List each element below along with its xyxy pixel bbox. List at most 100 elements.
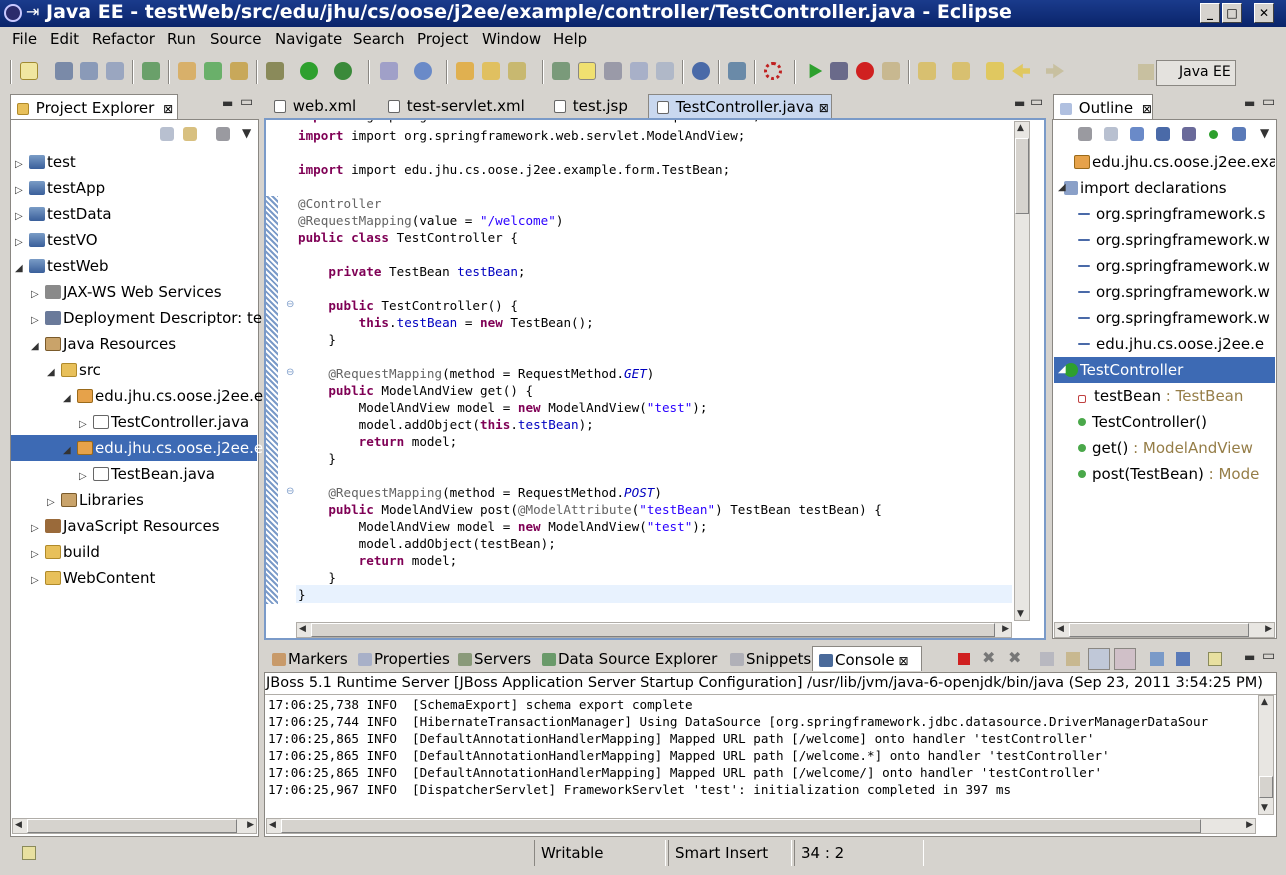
filter-icon[interactable] [216, 127, 230, 141]
menu-search[interactable]: Search [353, 30, 405, 48]
sort-icon[interactable] [1130, 127, 1144, 141]
back-icon[interactable] [1012, 63, 1030, 79]
minimize-view-icon[interactable]: ▬ [1244, 650, 1255, 664]
window-title-bar[interactable]: ⇥ Java EE - testWeb/src/edu/jhu/cs/oose/… [0, 0, 1286, 27]
tree-item[interactable]: ▷ JAX-WS Web Services [11, 279, 257, 305]
new-servlet-icon[interactable] [204, 62, 222, 80]
highlight-icon[interactable] [578, 62, 596, 80]
link-with-editor-icon[interactable] [1232, 127, 1246, 141]
outline-item[interactable]: org.springframework.w [1054, 279, 1275, 305]
run-external-icon[interactable] [334, 62, 352, 80]
tab-console[interactable]: Console ⊠ [812, 646, 922, 671]
tree-item[interactable]: ◢ edu.jhu.cs.oose.j2ee.e [11, 383, 263, 409]
tab-markers[interactable]: Markers [266, 646, 354, 671]
clear-console-icon[interactable] [1040, 652, 1054, 666]
new-package-icon[interactable] [230, 62, 248, 80]
scrollbar-thumb[interactable] [281, 819, 1201, 833]
previous-annotation-icon[interactable] [952, 62, 970, 80]
menu-window[interactable]: Window [482, 30, 541, 48]
tab-web-xml[interactable]: web.xml [266, 94, 364, 119]
minimize-editor-icon[interactable]: ▬ [1014, 96, 1025, 110]
scrollbar-thumb[interactable] [1259, 776, 1273, 798]
tree-item[interactable]: ▷ TestBean.java [11, 461, 257, 487]
show-on-stderr-icon[interactable] [1114, 648, 1136, 670]
show-whitespace-icon[interactable] [630, 62, 648, 80]
resume-icon[interactable] [809, 63, 823, 79]
paragraph-icon[interactable] [656, 62, 674, 80]
scrollbar-thumb[interactable] [1015, 138, 1029, 214]
console-horizontal-scrollbar[interactable]: ◀ ▶ [266, 818, 1256, 834]
open-resource-icon[interactable] [482, 62, 500, 80]
view-menu-icon[interactable]: ▼ [1260, 126, 1269, 140]
hand-icon[interactable] [882, 62, 900, 80]
menu-project[interactable]: Project [417, 30, 468, 48]
editor-vertical-scrollbar[interactable]: ▲ ▼ [1014, 121, 1030, 621]
progress-icon[interactable] [764, 62, 782, 80]
tree-item[interactable]: ▷ test [11, 149, 257, 175]
outline-item[interactable]: ◢ TestController [1054, 357, 1275, 383]
menu-run[interactable]: Run [167, 30, 196, 48]
search-icon[interactable] [508, 62, 526, 80]
maximize-editor-icon[interactable]: ▭ [1030, 94, 1043, 110]
tab-servers[interactable]: Servers [452, 646, 537, 671]
close-icon[interactable]: ⊠ [163, 102, 173, 116]
minimize-button[interactable]: _ [1200, 3, 1220, 23]
hide-static-icon[interactable] [1156, 127, 1170, 141]
explorer-horizontal-scrollbar[interactable]: ◀ ▶ [12, 818, 257, 834]
menu-source[interactable]: Source [210, 30, 262, 48]
expand-toggle-icon[interactable]: ▷ [31, 568, 45, 594]
link-with-editor-icon[interactable] [183, 127, 197, 141]
tree-item[interactable]: ▷ JavaScript Resources [11, 513, 257, 539]
scrollbar-thumb[interactable] [311, 623, 995, 637]
run-icon[interactable] [300, 62, 318, 80]
fold-icon[interactable]: ⊖ [286, 486, 294, 497]
new-project-icon[interactable] [178, 62, 196, 80]
perspective-java-ee[interactable]: Java EE [1156, 60, 1236, 86]
scrollbar-thumb[interactable] [27, 819, 237, 833]
forward-icon[interactable] [1046, 63, 1064, 79]
tab-test-servlet-xml[interactable]: test-servlet.xml [380, 94, 533, 119]
new-class-icon[interactable] [414, 62, 432, 80]
step-icon[interactable] [830, 62, 848, 80]
debug-icon[interactable] [266, 62, 284, 80]
last-edit-location-icon[interactable] [986, 62, 1004, 80]
scrollbar-thumb[interactable] [1069, 623, 1249, 637]
pin-console-icon[interactable] [1150, 652, 1164, 666]
tree-item[interactable]: ◢ Java Resources [11, 331, 257, 357]
close-icon[interactable]: ⊠ [1142, 102, 1152, 116]
menu-help[interactable]: Help [553, 30, 587, 48]
remove-launch-icon[interactable]: ✖ [982, 648, 995, 667]
close-window-button[interactable]: ✕ [1254, 3, 1274, 23]
hide-fields-icon[interactable] [1078, 127, 1092, 141]
minimize-view-icon[interactable]: ▬ [1244, 96, 1255, 110]
outline-item[interactable]: get() : ModelAndView [1054, 435, 1275, 461]
globe-icon[interactable] [692, 62, 710, 80]
outline-horizontal-scrollbar[interactable]: ◀ ▶ [1054, 622, 1275, 638]
outline-item[interactable]: edu.jhu.cs.oose.j2ee.exa [1054, 149, 1275, 175]
tab-snippets[interactable]: Snippets [724, 646, 817, 671]
tree-item[interactable]: ◢ edu.jhu.cs.oose.j2ee.e [11, 435, 263, 461]
tab-test-jsp[interactable]: test.jsp [546, 94, 636, 119]
maximize-view-icon[interactable]: ▭ [1262, 648, 1275, 664]
maximize-view-icon[interactable]: ▭ [1262, 94, 1275, 110]
outline-item[interactable]: ◢ import declarations [1054, 175, 1275, 201]
save-icon[interactable] [55, 62, 73, 80]
open-console-icon[interactable] [1208, 652, 1222, 666]
outline-item[interactable]: TestController() [1054, 409, 1275, 435]
tree-item[interactable]: ▷ testData [11, 201, 257, 227]
close-icon[interactable]: ⊠ [899, 654, 909, 668]
tree-item[interactable]: ▷ WebContent [11, 565, 257, 591]
toggle-mark-occurrences-icon[interactable] [552, 62, 570, 80]
fold-icon[interactable]: ⊖ [286, 299, 294, 310]
block-selection-icon[interactable] [604, 62, 622, 80]
run-on-server-icon[interactable] [728, 62, 746, 80]
tree-item[interactable]: ▷ TestController.java [11, 409, 257, 435]
collapse-all-icon[interactable] [160, 127, 174, 141]
outline-item[interactable]: post(TestBean) : Mode [1054, 461, 1275, 487]
tab-outline[interactable]: Outline ⊠ [1053, 94, 1153, 119]
next-annotation-icon[interactable] [918, 62, 936, 80]
system-menu-icon[interactable]: ⇥ [26, 2, 39, 21]
tree-item[interactable]: ◢ testWeb [11, 253, 257, 279]
maximize-button[interactable]: □ [1222, 3, 1242, 23]
tree-item[interactable]: ▷ Libraries [11, 487, 257, 513]
